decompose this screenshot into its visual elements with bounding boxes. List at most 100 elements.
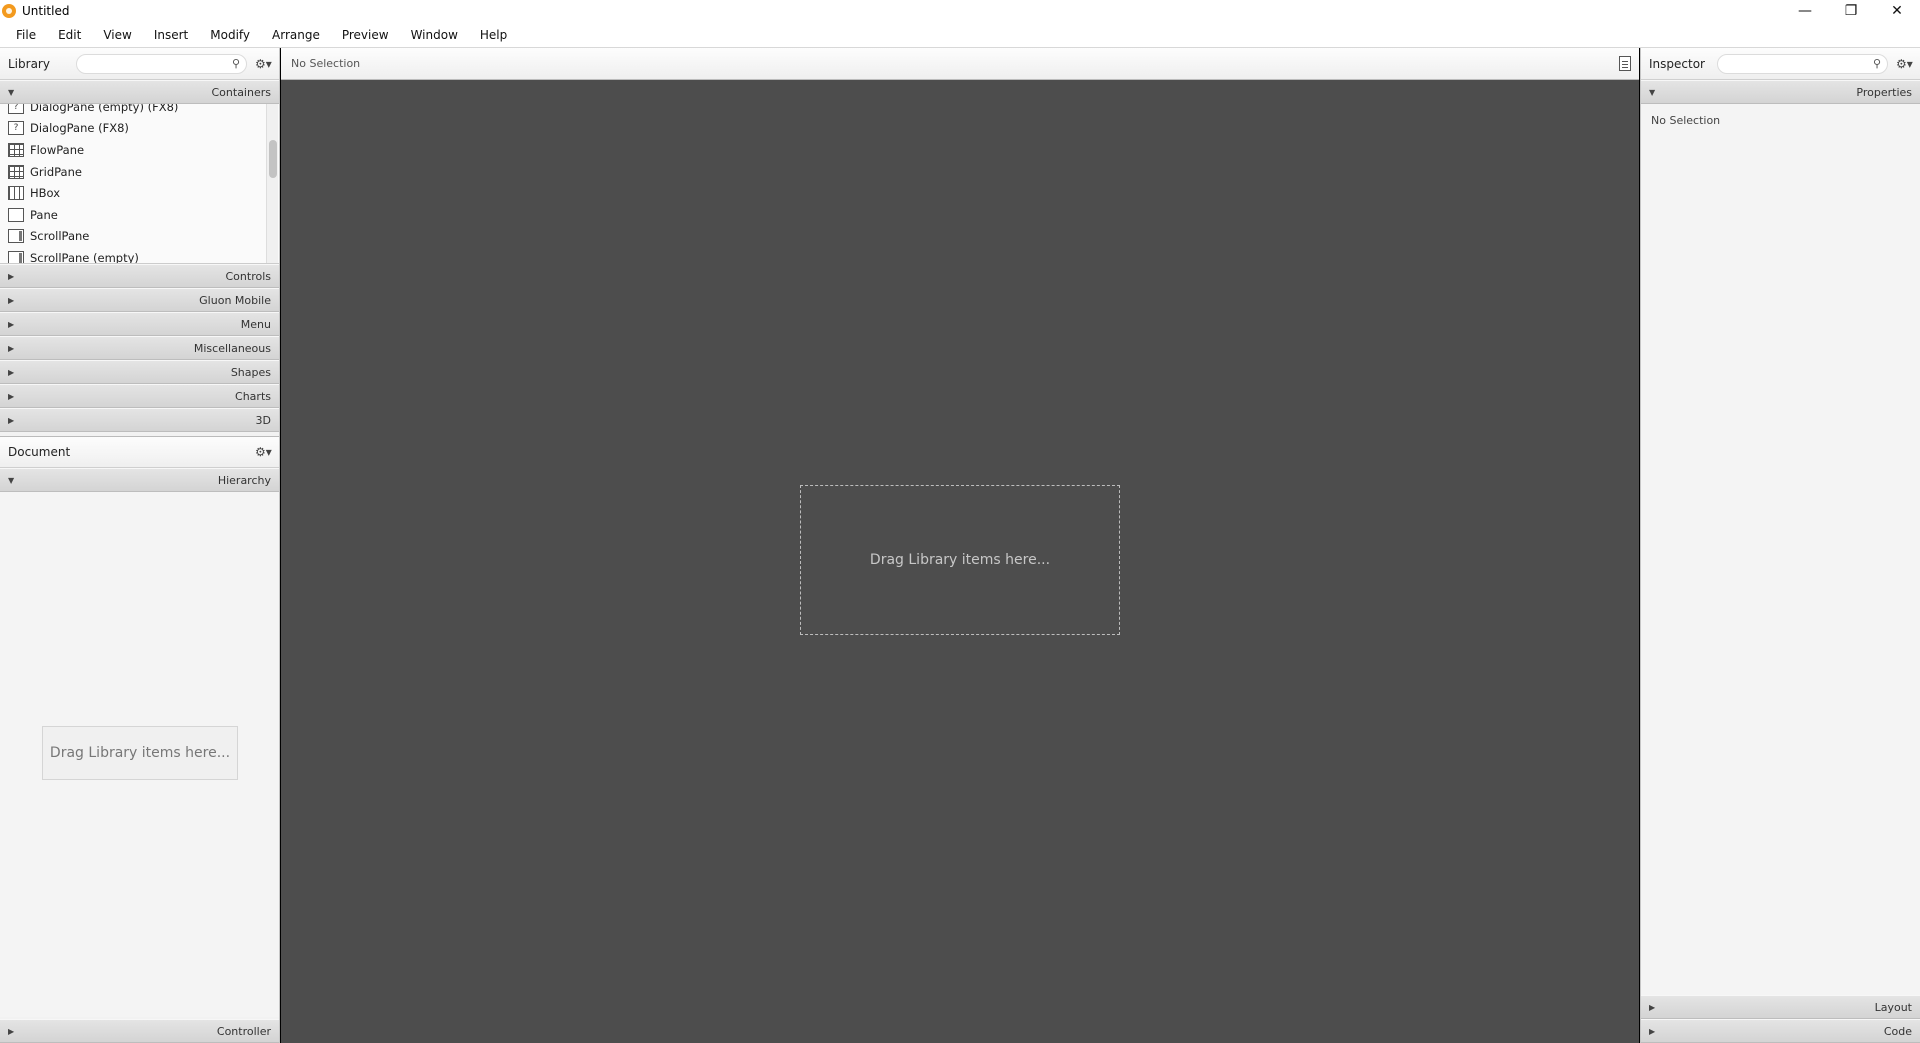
library-gear-icon[interactable]: ⚙▾ [255, 57, 272, 71]
library-header: Library ⚲ ⚙▾ [0, 48, 279, 80]
expanded-triangle-icon: ▼ [8, 87, 15, 97]
list-item-label: ScrollPane (empty) [30, 250, 139, 264]
collapsed-triangle-icon: ▶ [8, 343, 15, 353]
restore-button[interactable]: ❐ [1828, 0, 1874, 22]
section-label: Containers [211, 85, 272, 99]
content-canvas[interactable]: Drag Library items here... [281, 80, 1639, 1043]
section-gluon-mobile[interactable]: ▶ Gluon Mobile [0, 288, 279, 312]
expanded-triangle-icon: ▼ [1649, 87, 1656, 97]
menu-preview[interactable]: Preview [331, 22, 400, 48]
section-label: Layout [1874, 1000, 1912, 1014]
collapsed-triangle-icon: ▶ [8, 1026, 15, 1036]
flow-pane-icon [8, 142, 24, 157]
list-item[interactable]: ScrollPane [0, 226, 264, 248]
menu-modify[interactable]: Modify [199, 22, 261, 48]
library-title: Library [8, 56, 50, 71]
section-3d[interactable]: ▶ 3D [0, 408, 279, 432]
grid-pane-icon [8, 164, 24, 179]
section-shapes[interactable]: ▶ Shapes [0, 360, 279, 384]
containers-scrollbar[interactable] [266, 104, 278, 263]
section-layout[interactable]: ▶ Layout [1641, 995, 1920, 1019]
canvas-drop-zone[interactable]: Drag Library items here... [800, 485, 1120, 635]
section-label: Charts [235, 389, 271, 403]
window-title: Untitled [22, 4, 70, 18]
hierarchy-drop-hint[interactable]: Drag Library items here... [42, 726, 238, 780]
document-header: Document ⚙▾ [0, 436, 279, 468]
section-label: Controls [225, 269, 272, 283]
minimize-button[interactable]: — [1782, 0, 1828, 22]
collapsed-triangle-icon: ▶ [1649, 1002, 1656, 1012]
section-label: Gluon Mobile [199, 293, 271, 307]
section-label: Controller [216, 1024, 271, 1038]
scroll-pane-icon [8, 229, 24, 244]
menu-arrange[interactable]: Arrange [261, 22, 331, 48]
menu-view[interactable]: View [92, 22, 142, 48]
document-title: Document [8, 445, 71, 459]
section-properties[interactable]: ▼ Properties [1641, 80, 1920, 104]
dialog-pane-icon: ? [8, 121, 24, 136]
list-item[interactable]: Pane [0, 204, 264, 226]
inspector-bottom-sections: ▶ Layout ▶ Code [1641, 995, 1920, 1043]
inspector-no-selection: No Selection [1651, 114, 1721, 127]
document-gear-icon[interactable]: ⚙▾ [255, 445, 272, 459]
collapsed-triangle-icon: ▶ [8, 391, 15, 401]
library-search-input[interactable]: ⚲ [76, 53, 247, 74]
list-item[interactable]: ? DialogPane (FX8) [0, 118, 264, 140]
section-label: Miscellaneous [193, 341, 271, 355]
list-item[interactable]: HBox [0, 182, 264, 204]
collapsed-triangle-icon: ▶ [1649, 1026, 1656, 1036]
list-item[interactable]: ScrollPane (empty) [0, 247, 264, 264]
collapsed-triangle-icon: ▶ [8, 319, 15, 329]
section-controller[interactable]: ▶ Controller [0, 1019, 279, 1043]
search-icon[interactable]: ⚲ [232, 57, 240, 70]
section-hierarchy[interactable]: ▼ Hierarchy [0, 468, 279, 492]
menu-edit[interactable]: Edit [47, 22, 92, 48]
search-icon[interactable]: ⚲ [1873, 57, 1881, 70]
list-item-label: ScrollPane [30, 229, 90, 244]
menu-file[interactable]: File [0, 22, 47, 48]
section-charts[interactable]: ▶ Charts [0, 384, 279, 408]
inspector-title: Inspector [1649, 56, 1705, 71]
list-item[interactable]: GridPane [0, 161, 264, 183]
scrollbar-thumb[interactable] [269, 140, 277, 178]
scroll-pane-icon [8, 250, 24, 263]
list-item[interactable]: FlowPane [0, 139, 264, 161]
hierarchy-area: Drag Library items here... [0, 492, 279, 1017]
section-label: Properties [1856, 85, 1912, 99]
containers-list: ? DialogPane (empty) (FX8) ? DialogPane … [0, 104, 279, 264]
collapsed-triangle-icon: ▶ [8, 271, 15, 281]
inspector-header: Inspector ⚲ ⚙▾ [1641, 48, 1920, 80]
selection-status: No Selection [291, 57, 361, 70]
inspector-panel: Inspector ⚲ ⚙▾ ▼ Properties No Selection… [1640, 48, 1920, 1043]
section-label: Menu [240, 317, 271, 331]
section-code[interactable]: ▶ Code [1641, 1019, 1920, 1043]
collapsed-triangle-icon: ▶ [8, 415, 15, 425]
content-header: No Selection [281, 48, 1639, 80]
section-label: 3D [255, 413, 271, 427]
collapsed-triangle-icon: ▶ [8, 295, 15, 305]
menu-insert[interactable]: Insert [143, 22, 199, 48]
hbox-icon [8, 186, 24, 201]
section-menu[interactable]: ▶ Menu [0, 312, 279, 336]
app-logo-icon [2, 4, 16, 18]
menu-window[interactable]: Window [400, 22, 469, 48]
list-item[interactable]: ? DialogPane (empty) (FX8) [0, 104, 264, 118]
section-controls[interactable]: ▶ Controls [0, 264, 279, 288]
list-item-label: DialogPane (empty) (FX8) [30, 104, 179, 114]
dialog-pane-icon: ? [8, 104, 24, 114]
pane-icon [8, 207, 24, 222]
menu-help[interactable]: Help [469, 22, 518, 48]
close-button[interactable]: ✕ [1874, 0, 1920, 22]
title-bar: Untitled — ❐ ✕ [0, 0, 1920, 22]
window-controls: — ❐ ✕ [1782, 0, 1920, 22]
inspector-gear-icon[interactable]: ⚙▾ [1896, 57, 1913, 71]
section-miscellaneous[interactable]: ▶ Miscellaneous [0, 336, 279, 360]
menu-bar: File Edit View Insert Modify Arrange Pre… [0, 22, 1920, 48]
section-label: Shapes [230, 365, 271, 379]
section-containers[interactable]: ▼ Containers [0, 80, 279, 104]
document-icon[interactable] [1619, 56, 1631, 71]
section-label: Code [1883, 1024, 1912, 1038]
inspector-search-input[interactable]: ⚲ [1717, 53, 1888, 74]
list-item-label: HBox [30, 186, 61, 201]
list-item-label: GridPane [30, 164, 82, 179]
